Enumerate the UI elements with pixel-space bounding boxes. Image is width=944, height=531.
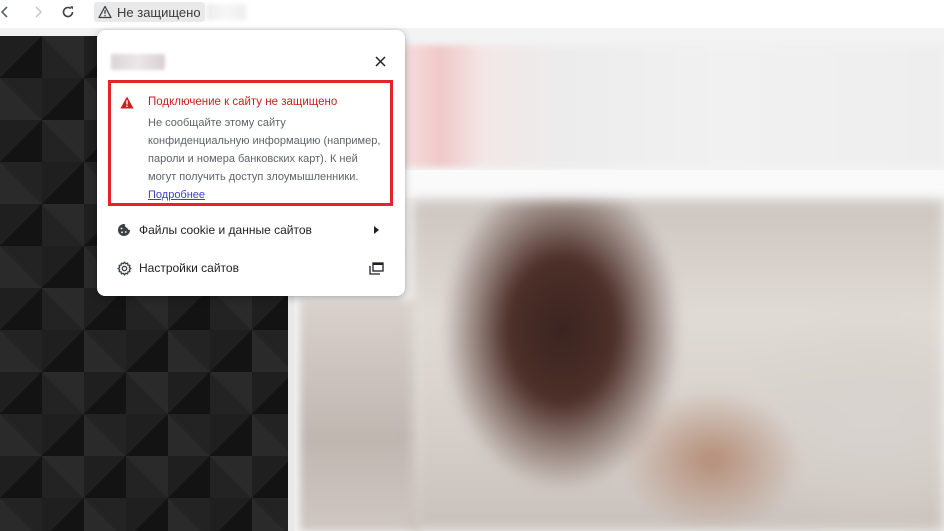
close-button[interactable] [371,52,389,70]
open-in-new-window-icon [367,260,385,276]
cookies-label: Файлы cookie и данные сайтов [139,223,312,237]
gear-icon [116,260,132,276]
close-icon [374,55,386,67]
blurred-banner [396,45,944,167]
learn-more-link[interactable]: Подробнее [148,189,205,201]
cookie-icon [116,222,132,238]
back-arrow-icon [0,6,8,18]
chevron-right-icon [367,222,385,238]
site-security-chip[interactable]: Не защищено [94,2,205,22]
connection-warning-box: Подключение к сайту не защищено Не сообщ… [108,80,393,206]
site-settings-menu-item[interactable]: Настройки сайтов [97,252,405,284]
blurred-photo [412,200,944,531]
site-settings-label: Настройки сайтов [139,261,239,275]
warning-body: Не сообщайте этому сайту конфиденциальну… [148,114,384,204]
site-info-popup: Подключение к сайту не защищено Не сообщ… [97,30,405,296]
reload-button[interactable] [57,2,79,22]
red-warning-icon [120,96,134,109]
security-chip-label: Не защищено [117,4,201,20]
cookies-menu-item[interactable]: Файлы cookie и данные сайтов [97,214,405,246]
back-button[interactable] [0,2,16,22]
banner-divider [396,170,944,198]
warning-triangle-icon [98,5,112,19]
forward-button[interactable] [27,2,49,22]
blurred-photo-edge [300,300,420,531]
blurred-site-name [111,54,165,70]
reload-icon [62,6,74,18]
warning-text: Не сообщайте этому сайту конфиденциальну… [148,117,381,183]
browser-toolbar: Не защищено [0,0,944,28]
forward-arrow-icon [35,6,42,18]
blurred-url[interactable] [206,4,246,20]
warning-title: Подключение к сайту не защищено [148,96,338,108]
